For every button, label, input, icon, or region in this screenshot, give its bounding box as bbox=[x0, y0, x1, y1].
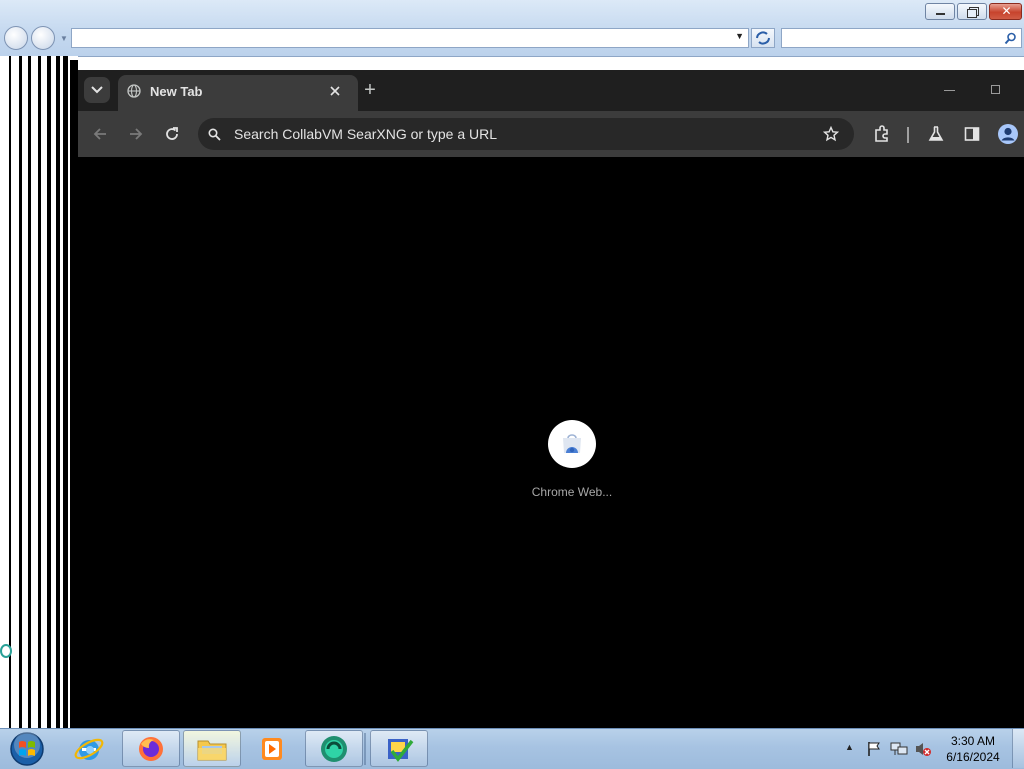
bookmark-star-icon[interactable] bbox=[823, 126, 839, 142]
taskbar-firefox[interactable] bbox=[122, 730, 180, 767]
show-hidden-icons-arrow-icon[interactable]: ▲ bbox=[845, 742, 854, 752]
close-icon bbox=[330, 86, 340, 96]
windows-start-orb-icon bbox=[10, 731, 44, 766]
network-icon[interactable] bbox=[890, 741, 908, 757]
chrome-window: New Tab + Search CollabVM SearXNG or typ… bbox=[78, 70, 1024, 728]
tab-search-button[interactable] bbox=[84, 77, 110, 103]
ie-title-toolbar: ✕ ▼ ▼ bbox=[0, 0, 1024, 57]
tab-close-button[interactable] bbox=[327, 83, 343, 99]
reload-icon bbox=[166, 127, 178, 140]
side-panel-button[interactable] bbox=[961, 123, 983, 145]
ie-back-button[interactable] bbox=[4, 26, 28, 50]
checklist-app-icon bbox=[388, 738, 414, 762]
ie-minimize-button[interactable] bbox=[925, 3, 955, 20]
globe-icon bbox=[127, 84, 141, 98]
tab-new-tab[interactable]: New Tab bbox=[118, 75, 358, 111]
clock-date: 6/16/2024 bbox=[946, 750, 1000, 764]
chrome-web-store-icon bbox=[563, 434, 581, 453]
show-desktop-button[interactable] bbox=[1012, 729, 1024, 768]
taskbar-media-player[interactable] bbox=[245, 730, 299, 767]
side-panel-icon bbox=[964, 127, 980, 141]
taskbar-windows-explorer[interactable] bbox=[183, 730, 241, 767]
forward-button[interactable] bbox=[125, 123, 147, 145]
taskbar-app-teal[interactable] bbox=[305, 730, 363, 767]
reload-button[interactable] bbox=[161, 123, 183, 145]
ie-compat-refresh-button[interactable] bbox=[751, 28, 775, 48]
back-arrow-icon bbox=[93, 128, 106, 140]
ie-restore-button[interactable] bbox=[957, 3, 987, 20]
taskbar-app-checklist[interactable] bbox=[370, 730, 428, 767]
folder-icon bbox=[197, 740, 227, 760]
search-icon[interactable] bbox=[1004, 32, 1017, 45]
new-tab-button[interactable]: + bbox=[362, 80, 378, 100]
profile-button[interactable] bbox=[997, 123, 1019, 145]
chevron-down-icon bbox=[91, 86, 103, 94]
clock-time: 3:30 AM bbox=[950, 734, 996, 748]
teal-app-icon bbox=[321, 735, 347, 762]
refresh-icon bbox=[756, 31, 770, 45]
omnibox-placeholder: Search CollabVM SearXNG or type a URL bbox=[234, 126, 497, 142]
new-tab-page: Chrome Web... bbox=[78, 157, 1024, 728]
chrome-tab-strip: New Tab + bbox=[78, 70, 1024, 111]
labs-icon bbox=[928, 126, 944, 141]
forward-arrow-icon bbox=[130, 128, 143, 140]
toolbar-separator bbox=[907, 127, 909, 143]
tab-title: New Tab bbox=[150, 84, 203, 99]
internet-explorer-icon bbox=[74, 738, 104, 760]
volume-muted-icon[interactable] bbox=[914, 741, 932, 757]
extensions-icon bbox=[875, 125, 888, 142]
extensions-button[interactable] bbox=[871, 123, 893, 145]
chrome-minimize-button[interactable] bbox=[940, 82, 960, 98]
labs-button[interactable] bbox=[925, 123, 947, 145]
ie-address-dropdown-icon[interactable]: ▼ bbox=[735, 31, 744, 41]
start-button[interactable] bbox=[0, 730, 54, 767]
system-clock[interactable]: 3:30 AM 6/16/2024 bbox=[938, 733, 1008, 765]
profile-icon bbox=[998, 124, 1018, 144]
windows-taskbar: ▲ 3:30 AM 6/16/2024 bbox=[0, 728, 1024, 769]
shortcut-chrome-web-store[interactable] bbox=[548, 420, 596, 468]
ie-close-button[interactable]: ✕ bbox=[989, 3, 1022, 20]
ie-search-field[interactable] bbox=[781, 28, 1022, 48]
taskbar-separator bbox=[364, 733, 366, 765]
action-center-flag-icon[interactable] bbox=[866, 741, 882, 757]
glitch-artifact-stripes bbox=[0, 56, 78, 728]
media-player-icon bbox=[262, 737, 282, 760]
omnibox[interactable]: Search CollabVM SearXNG or type a URL bbox=[198, 118, 854, 150]
ie-address-field[interactable]: ▼ bbox=[71, 28, 749, 48]
search-icon bbox=[208, 128, 221, 141]
ie-recent-pages-arrow-icon[interactable]: ▼ bbox=[60, 34, 68, 43]
ie-forward-button[interactable] bbox=[31, 26, 55, 50]
chrome-toolbar: Search CollabVM SearXNG or type a URL bbox=[78, 111, 1024, 157]
chrome-maximize-button[interactable] bbox=[986, 82, 1006, 98]
firefox-icon bbox=[139, 736, 163, 761]
shortcut-label[interactable]: Chrome Web... bbox=[498, 485, 646, 499]
taskbar-internet-explorer[interactable] bbox=[62, 730, 116, 767]
back-button[interactable] bbox=[89, 123, 111, 145]
